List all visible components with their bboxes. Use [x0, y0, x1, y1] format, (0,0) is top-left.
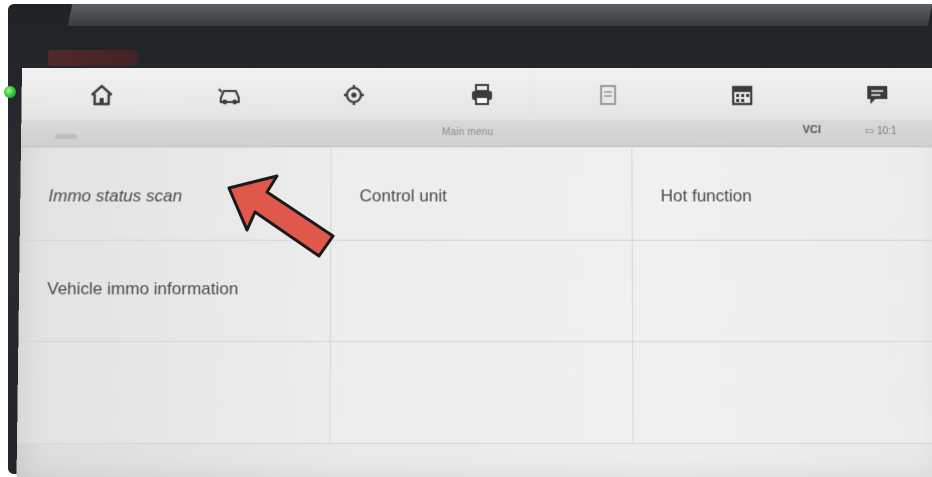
tablet-screen: Main menu VCI ▭ 10:1 Immo status scan Co…	[16, 68, 932, 477]
message-button[interactable]	[857, 78, 897, 112]
menu-cell-empty	[330, 342, 634, 444]
gear-icon	[343, 84, 364, 105]
menu-cell-empty	[633, 342, 932, 444]
document-icon	[599, 84, 616, 105]
menu-cell-empty	[330, 240, 634, 343]
title-bar: Main menu VCI ▭ 10:1	[20, 120, 932, 148]
menu-item-label: Hot function	[660, 186, 752, 206]
menu-grid: Immo status scan Control unit Hot functi…	[16, 148, 932, 477]
menu-cell-empty	[632, 240, 932, 343]
print-button[interactable]	[462, 78, 502, 112]
settings-button[interactable]	[334, 78, 374, 112]
top-toolbar	[21, 68, 932, 121]
battery-status: ▭ 10:1	[864, 126, 897, 138]
page-title: Main menu	[441, 127, 494, 139]
brand-logo	[48, 50, 138, 66]
calendar-button[interactable]	[722, 78, 762, 112]
vehicle-button[interactable]	[210, 78, 250, 112]
menu-item-hot-function[interactable]: Hot function	[632, 148, 932, 241]
device-top-edge	[67, 4, 932, 26]
printer-icon	[471, 83, 492, 105]
status-led-icon	[4, 86, 16, 98]
vci-status-badge: VCI	[802, 124, 822, 137]
menu-item-label: Vehicle immo information	[47, 279, 239, 299]
menu-item-control-unit[interactable]: Control unit	[331, 148, 633, 241]
home-button[interactable]	[81, 78, 121, 112]
document-button[interactable]	[588, 78, 628, 112]
home-icon	[90, 84, 113, 106]
menu-item-label: Immo status scan	[48, 186, 183, 206]
menu-item-label: Control unit	[359, 186, 447, 206]
red-arrow-annotation	[227, 174, 335, 258]
back-button[interactable]	[55, 134, 78, 140]
menu-cell-empty	[16, 342, 331, 444]
chat-icon	[866, 85, 887, 104]
photo-frame: Main menu VCI ▭ 10:1 Immo status scan Co…	[0, 0, 932, 477]
car-icon	[217, 88, 240, 105]
calendar-icon	[731, 85, 752, 106]
